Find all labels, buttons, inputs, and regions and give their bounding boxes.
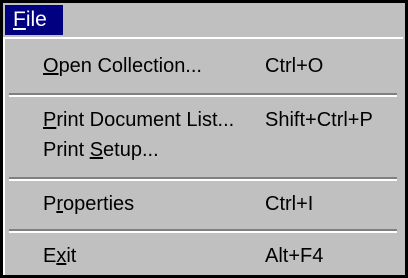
exit-shortcut: Alt+F4: [265, 245, 324, 267]
file-menu-label: ile: [25, 8, 47, 31]
menu-bar: File: [3, 3, 405, 37]
menu-item-open-collection[interactable]: Open Collection... Ctrl+O: [5, 49, 403, 85]
print-document-list-shortcut: Shift+Ctrl+P: [265, 109, 373, 131]
menu-separator: [9, 93, 397, 97]
exit-text-before: E: [43, 245, 57, 267]
open-collection-accel: O: [43, 55, 59, 77]
properties-text-before: P: [43, 193, 57, 215]
print-document-list-label: Print Document List...: [43, 109, 234, 132]
menu-separator: [9, 229, 397, 233]
print-setup-label: Print Setup...: [43, 139, 159, 162]
file-menu-dropdown: Open Collection... Ctrl+O Print Document…: [3, 37, 403, 275]
properties-shortcut: Ctrl+I: [265, 193, 314, 215]
menu-item-print-setup[interactable]: Print Setup...: [5, 133, 403, 169]
exit-text: it: [66, 245, 77, 267]
properties-text: operties: [63, 193, 135, 215]
open-collection-label: Open Collection...: [43, 55, 202, 78]
menu-item-exit[interactable]: Exit Alt+F4: [5, 239, 403, 275]
file-menu-title[interactable]: File: [5, 5, 63, 35]
print-setup-accel: S: [89, 139, 104, 161]
print-setup-text-before: Print: [43, 139, 90, 161]
menu-separator: [9, 177, 397, 181]
file-menu-window: File Open Collection... Ctrl+O Print Doc…: [0, 0, 408, 278]
file-menu-accel: F: [13, 8, 26, 31]
open-collection-shortcut: Ctrl+O: [265, 55, 324, 77]
properties-accel: r: [56, 193, 64, 215]
print-document-list-text: rint Document List...: [56, 109, 235, 131]
exit-accel: x: [56, 245, 67, 267]
exit-label: Exit: [43, 245, 76, 268]
print-document-list-accel: P: [43, 109, 57, 131]
properties-label: Properties: [43, 193, 134, 216]
print-setup-text: etup...: [103, 139, 159, 161]
open-collection-text: pen Collection...: [58, 55, 202, 77]
menu-item-properties[interactable]: Properties Ctrl+I: [5, 187, 403, 223]
